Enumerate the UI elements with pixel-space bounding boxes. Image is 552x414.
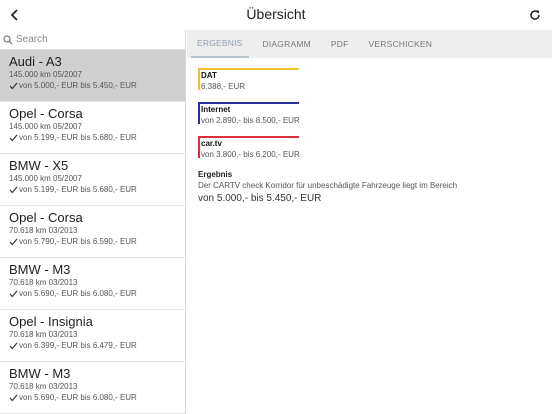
check-icon bbox=[9, 186, 18, 193]
sidebar: Audi - A3145.000 km 05/2007von 5.000,- E… bbox=[0, 30, 186, 414]
car-mileage-date: 70.618 km 03/2013 bbox=[9, 330, 78, 339]
source-name: Internet bbox=[201, 105, 231, 114]
refresh-icon bbox=[530, 10, 540, 20]
search-bar bbox=[0, 30, 185, 50]
car-mileage-date: 145.000 km 05/2007 bbox=[9, 70, 82, 79]
result-panel: DAT 6.388,- EUR Internet von 2.890,- bis 8.… bbox=[198, 68, 548, 205]
car-name: Opel - Corsa bbox=[9, 210, 83, 225]
tab-diagramm[interactable]: DIAGRAMM bbox=[257, 30, 317, 58]
car-name: BMW - M3 bbox=[9, 262, 71, 277]
car-price-range: von 5.199,- EUR bis 5.680,- EUR bbox=[9, 184, 185, 195]
search-icon bbox=[2, 34, 14, 46]
tab-ergebnis[interactable]: ERGEBNIS bbox=[191, 30, 249, 58]
car-mileage-date: 70.618 km 03/2013 bbox=[9, 278, 78, 287]
car-price-range: von 5.199,- EUR bis 5.680,- EUR bbox=[9, 132, 185, 143]
source-card: car.tv von 3.800,- bis 6.200,- EUR bbox=[198, 136, 300, 159]
car-mileage-date: 70.618 km 03/2013 bbox=[9, 226, 78, 235]
car-price-range: von 5.690,- EUR bis 6.080,- EUR bbox=[9, 288, 185, 299]
header-bar: Übersicht bbox=[0, 0, 552, 30]
car-name: Opel - Corsa bbox=[9, 106, 83, 121]
car-list-item[interactable]: Audi - A3 145.000 km 05/2007 von 5.000,- E… bbox=[0, 50, 185, 102]
car-price-range-text: von 6.399,- EUR bis 6.479,- EUR bbox=[19, 341, 137, 350]
source-name: car.tv bbox=[201, 139, 222, 148]
page-title: Übersicht bbox=[246, 6, 306, 22]
car-mileage-date: 145.000 km 05/2007 bbox=[9, 174, 82, 183]
car-mileage-date: 70.618 km 03/2013 bbox=[9, 382, 78, 391]
result-section: Ergebnis Der CARTV check Korridor für un… bbox=[198, 170, 548, 205]
refresh-button[interactable] bbox=[524, 4, 546, 26]
check-icon bbox=[9, 134, 18, 141]
car-name: Audi - A3 bbox=[9, 54, 62, 69]
car-name: Opel - Insignia bbox=[9, 314, 93, 329]
result-title: Ergebnis bbox=[198, 170, 233, 179]
car-price-range-text: von 5.690,- EUR bis 6.080,- EUR bbox=[19, 289, 137, 298]
source-card: DAT 6.388,- EUR bbox=[198, 68, 299, 91]
car-price-range-text: von 5.790,- EUR bis 6.590,- EUR bbox=[19, 237, 137, 246]
car-list-item[interactable]: BMW - X5 145.000 km 05/2007 von 5.199,- EU… bbox=[0, 154, 185, 206]
search-input[interactable] bbox=[16, 34, 176, 45]
car-list-item[interactable]: Opel - Insignia 70.618 km 03/2013 von 6.39… bbox=[0, 310, 185, 362]
source-value: 6.388,- EUR bbox=[201, 82, 246, 91]
check-icon bbox=[9, 82, 18, 89]
car-price-range-text: von 5.199,- EUR bis 5.680,- EUR bbox=[19, 185, 137, 194]
car-price-range-text: von 5.000,- EUR bis 5.450,- EUR bbox=[19, 81, 137, 90]
check-icon bbox=[9, 394, 18, 401]
car-price-range: von 6.399,- EUR bis 6.479,- EUR bbox=[9, 340, 185, 351]
car-list-item[interactable]: Opel - Corsa 70.618 km 03/2013 von 5.790,-… bbox=[0, 206, 185, 258]
app-window: Übersicht Audi - A3145.000 km 05/2007von… bbox=[0, 0, 552, 414]
tab-bar: ERGEBNIS DIAGRAMM PDF VERSCHICKEN bbox=[187, 30, 552, 58]
car-list-item[interactable]: BMW - M3 70.618 km 03/2013 von 5.690,- EUR… bbox=[0, 362, 185, 414]
check-icon bbox=[9, 238, 18, 245]
tab-pdf[interactable]: PDF bbox=[325, 30, 355, 58]
tab-verschicken[interactable]: VERSCHICKEN bbox=[363, 30, 439, 58]
car-list-item[interactable]: BMW - M3 70.618 km 03/2013 von 5.690,- EUR… bbox=[0, 258, 185, 310]
source-name: DAT bbox=[201, 71, 217, 80]
car-price-range-text: von 5.199,- EUR bis 5.680,- EUR bbox=[19, 133, 137, 142]
result-description: Der CARTV check Korridor für unbeschädig… bbox=[198, 181, 458, 190]
car-price-range-text: von 5.690,- EUR bis 6.080,- EUR bbox=[19, 393, 137, 402]
source-card: Internet von 2.890,- bis 8.500,- EUR bbox=[198, 102, 300, 125]
check-icon bbox=[9, 290, 18, 297]
car-price-range: von 5.000,- EUR bis 5.450,- EUR bbox=[9, 80, 185, 91]
check-icon bbox=[9, 342, 18, 349]
car-mileage-date: 145.000 km 05/2007 bbox=[9, 122, 82, 131]
car-price-range: von 5.690,- EUR bis 6.080,- EUR bbox=[9, 392, 185, 403]
car-list-item[interactable]: Opel - Corsa 145.000 km 05/2007 von 5.199,… bbox=[0, 102, 185, 154]
source-list: DAT 6.388,- EUR Internet von 2.890,- bis 8.… bbox=[198, 68, 548, 159]
result-range: von 5.000,- bis 5.450,- EUR bbox=[198, 193, 322, 204]
car-price-range: von 5.790,- EUR bis 6.590,- EUR bbox=[9, 236, 185, 247]
source-value: von 2.890,- bis 8.500,- EUR bbox=[201, 116, 300, 125]
source-value: von 3.800,- bis 6.200,- EUR bbox=[201, 150, 300, 159]
car-list: Audi - A3 145.000 km 05/2007 von 5.000,- E… bbox=[0, 50, 185, 414]
car-name: BMW - M3 bbox=[9, 366, 71, 381]
car-name: BMW - X5 bbox=[9, 158, 69, 173]
